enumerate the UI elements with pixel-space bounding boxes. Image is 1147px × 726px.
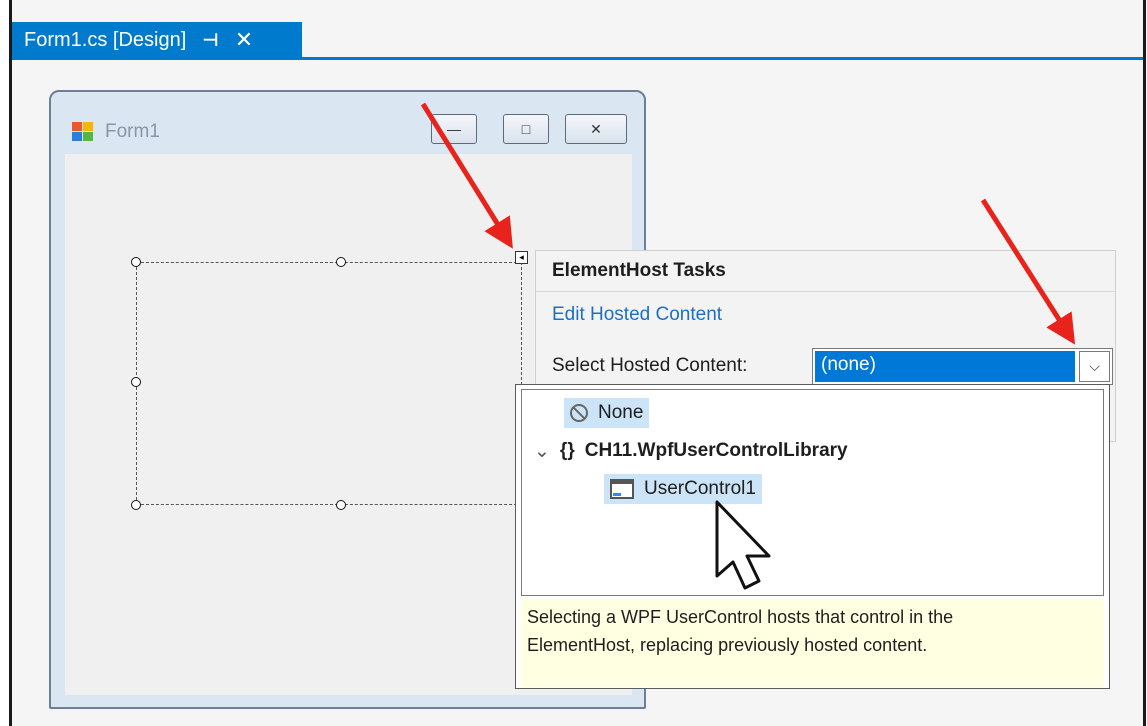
hosted-content-dropdown: None ⌄ {} CH11.WpfUserControlLibrary Use… [515,384,1110,689]
tree-item-label: None [598,402,644,423]
resize-handle-top[interactable] [336,257,346,267]
maximize-icon: □ [521,121,531,137]
tasks-header: ElementHost Tasks [536,251,1115,292]
tree-item-label: UserControl1 [644,478,756,499]
tab-title: Form1.cs [Design] [24,29,187,51]
tab-form1-design[interactable]: Form1.cs [Design] ⊣ ✕ [12,22,302,58]
resize-handle-bottom-left[interactable] [131,500,141,510]
minimize-icon: — [447,121,461,137]
elementhost-control[interactable] [136,262,522,505]
select-hosted-content-label: Select Hosted Content: [552,355,748,376]
tooltip-line-2: ElementHost, replacing previously hosted… [527,635,928,655]
tree-item-none[interactable]: None [564,398,650,428]
usercontrol-icon [610,479,634,499]
hosted-content-combobox[interactable]: (none) ⌵ [812,348,1113,385]
tooltip-line-1: Selecting a WPF UserControl hosts that c… [527,607,954,627]
pin-icon[interactable]: ⊣ [202,22,218,58]
close-tab-icon[interactable]: ✕ [235,22,253,58]
hosted-content-tree[interactable]: None ⌄ {} CH11.WpfUserControlLibrary Use… [521,389,1104,596]
maximize-button[interactable]: □ [503,114,549,144]
form-titlebar[interactable]: Form1 — □ ✕ [51,92,644,154]
smart-tag-glyph[interactable]: ◂ [515,251,528,264]
tree-item-usercontrol1[interactable]: UserControl1 [604,474,762,504]
none-icon [570,404,588,422]
minimize-button[interactable]: — [431,114,477,144]
resize-handle-bottom[interactable] [336,500,346,510]
edit-hosted-content-link[interactable]: Edit Hosted Content [552,304,722,326]
resize-handle-top-left[interactable] [131,257,141,267]
close-window-icon: ✕ [590,120,602,137]
close-window-button[interactable]: ✕ [565,114,627,144]
tree-item-label: CH11.WpfUserControlLibrary [584,440,848,461]
chevron-down-icon[interactable]: ⌵ [1079,351,1110,382]
resize-handle-left[interactable] [131,377,141,387]
tree-item-namespace[interactable]: ⌄ {} CH11.WpfUserControlLibrary [528,436,854,466]
form-title: Form1 [105,121,160,142]
expand-chevron-icon[interactable]: ⌄ [534,440,550,463]
form-app-icon [72,122,94,142]
tooltip: Selecting a WPF UserControl hosts that c… [521,599,1104,687]
combobox-value[interactable]: (none) [815,351,1075,382]
namespace-icon: {} [559,440,575,461]
